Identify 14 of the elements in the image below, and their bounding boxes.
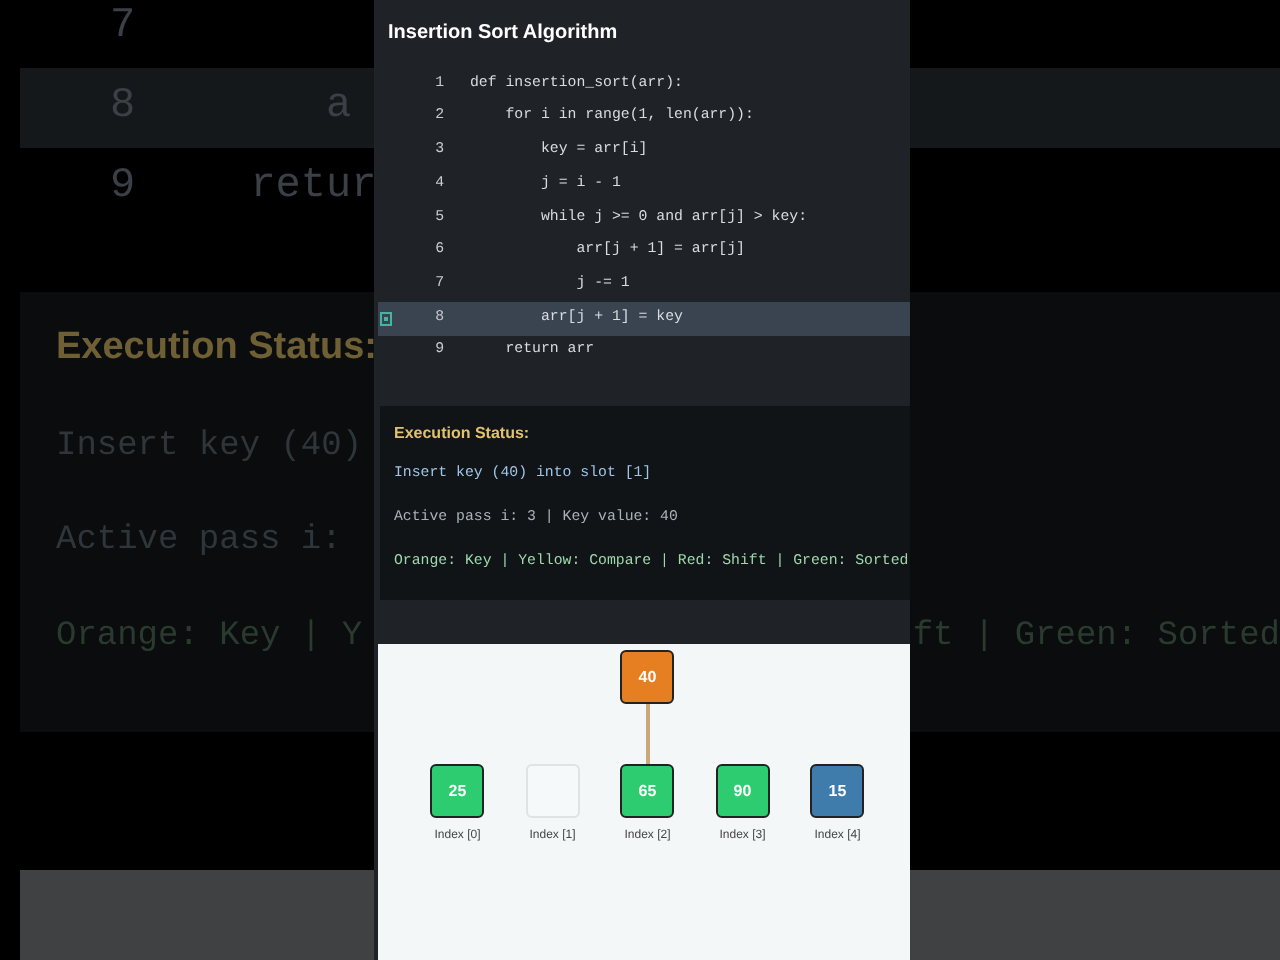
array-cell: 90: [715, 764, 770, 818]
empty-cell: [525, 764, 580, 818]
panel-title: Insertion Sort Algorithm: [386, 20, 620, 48]
status-heading: Execution Status:: [394, 422, 532, 447]
array-cell: 65: [620, 764, 675, 818]
line-number: 7: [108, 2, 138, 55]
connector-line: [646, 704, 649, 764]
array-cell: 15: [810, 764, 865, 818]
key-node: 40: [620, 650, 675, 704]
code-text: retur: [248, 162, 377, 215]
current-line-icon: [380, 311, 392, 326]
line-number: 9: [108, 162, 138, 215]
status-heading: Execution Status:: [56, 324, 377, 372]
array-cell: 25: [430, 764, 485, 818]
